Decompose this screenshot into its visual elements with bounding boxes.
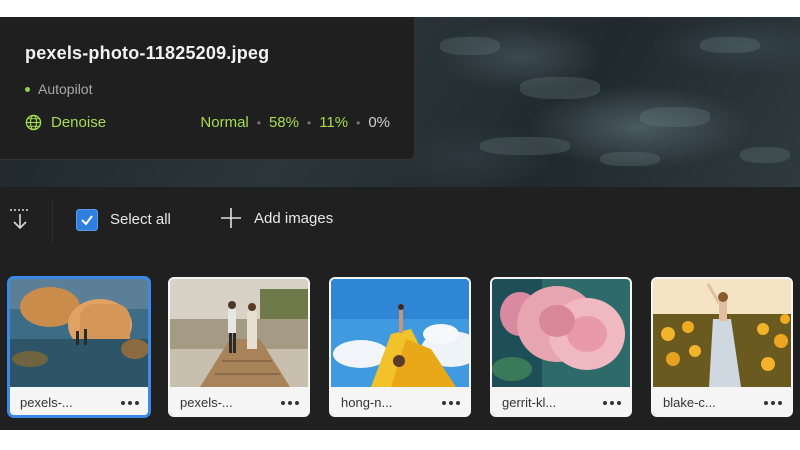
thumbnail-image <box>10 279 148 387</box>
file-name: pexels-photo-11825209.jpeg <box>25 43 270 63</box>
add-images-label: Add images <box>254 209 334 227</box>
thumbnail-card[interactable]: pexels-... <box>168 277 310 417</box>
file-info-panel: pexels-photo-11825209.jpeg Autopilot Den… <box>0 17 415 160</box>
more-options-icon[interactable] <box>280 400 300 406</box>
thumbnail-name: pexels-... <box>20 395 73 410</box>
thumbnail-footer: pexels-... <box>170 387 308 415</box>
globe-icon <box>25 114 42 131</box>
thumbnail-footer: hong-n... <box>331 387 469 415</box>
select-all-checkbox[interactable] <box>76 209 98 231</box>
thumbnail-strip: pexels-... pexels-... hong-n... gerrit-k… <box>0 255 800 430</box>
thumbnail-card[interactable]: blake-c... <box>651 277 793 417</box>
denoise-row: Denoise Normal • 58% • 11% • 0% <box>25 114 390 131</box>
thumbnail-image <box>170 279 308 387</box>
level-11[interactable]: 11% <box>319 114 348 131</box>
add-images-button[interactable]: Add images <box>220 207 333 229</box>
thumbnail-card[interactable]: pexels-... <box>8 277 150 417</box>
app-window: pexels-photo-11825209.jpeg Autopilot Den… <box>0 17 800 430</box>
more-options-icon[interactable] <box>763 400 783 406</box>
mode-indicator[interactable]: Autopilot <box>25 81 92 97</box>
level-normal[interactable]: Normal <box>200 114 248 131</box>
thumbnail-image <box>492 279 630 387</box>
check-icon <box>81 215 93 226</box>
thumbnail-name: gerrit-kl... <box>502 395 557 410</box>
plus-icon <box>221 208 241 228</box>
select-all-label[interactable]: Select all <box>110 211 171 228</box>
mode-label: Autopilot <box>38 81 93 97</box>
thumbnail-name: hong-n... <box>341 395 393 410</box>
denoise-label[interactable]: Denoise <box>51 114 106 131</box>
thumbnail-footer: gerrit-kl... <box>492 387 630 415</box>
thumbnail-card[interactable]: hong-n... <box>329 277 471 417</box>
denoise-levels: Normal • 58% • 11% • 0% <box>200 114 390 131</box>
sort-down-icon[interactable] <box>8 207 32 231</box>
thumbnail-name: blake-c... <box>663 395 716 410</box>
more-options-icon[interactable] <box>602 400 622 406</box>
level-0[interactable]: 0% <box>368 114 390 131</box>
thumbnail-footer: pexels-... <box>10 387 148 415</box>
thumbnail-card[interactable]: gerrit-kl... <box>490 277 632 417</box>
toolbar: Select all Add images <box>0 187 800 255</box>
status-dot <box>25 86 30 92</box>
toolbar-divider <box>52 199 53 243</box>
more-options-icon[interactable] <box>441 400 461 406</box>
thumbnail-footer: blake-c... <box>653 387 791 415</box>
more-options-icon[interactable] <box>120 400 140 406</box>
thumbnail-image <box>653 279 791 387</box>
thumbnail-name: pexels-... <box>180 395 233 410</box>
thumbnail-image <box>331 279 469 387</box>
level-58[interactable]: 58% <box>269 114 299 131</box>
